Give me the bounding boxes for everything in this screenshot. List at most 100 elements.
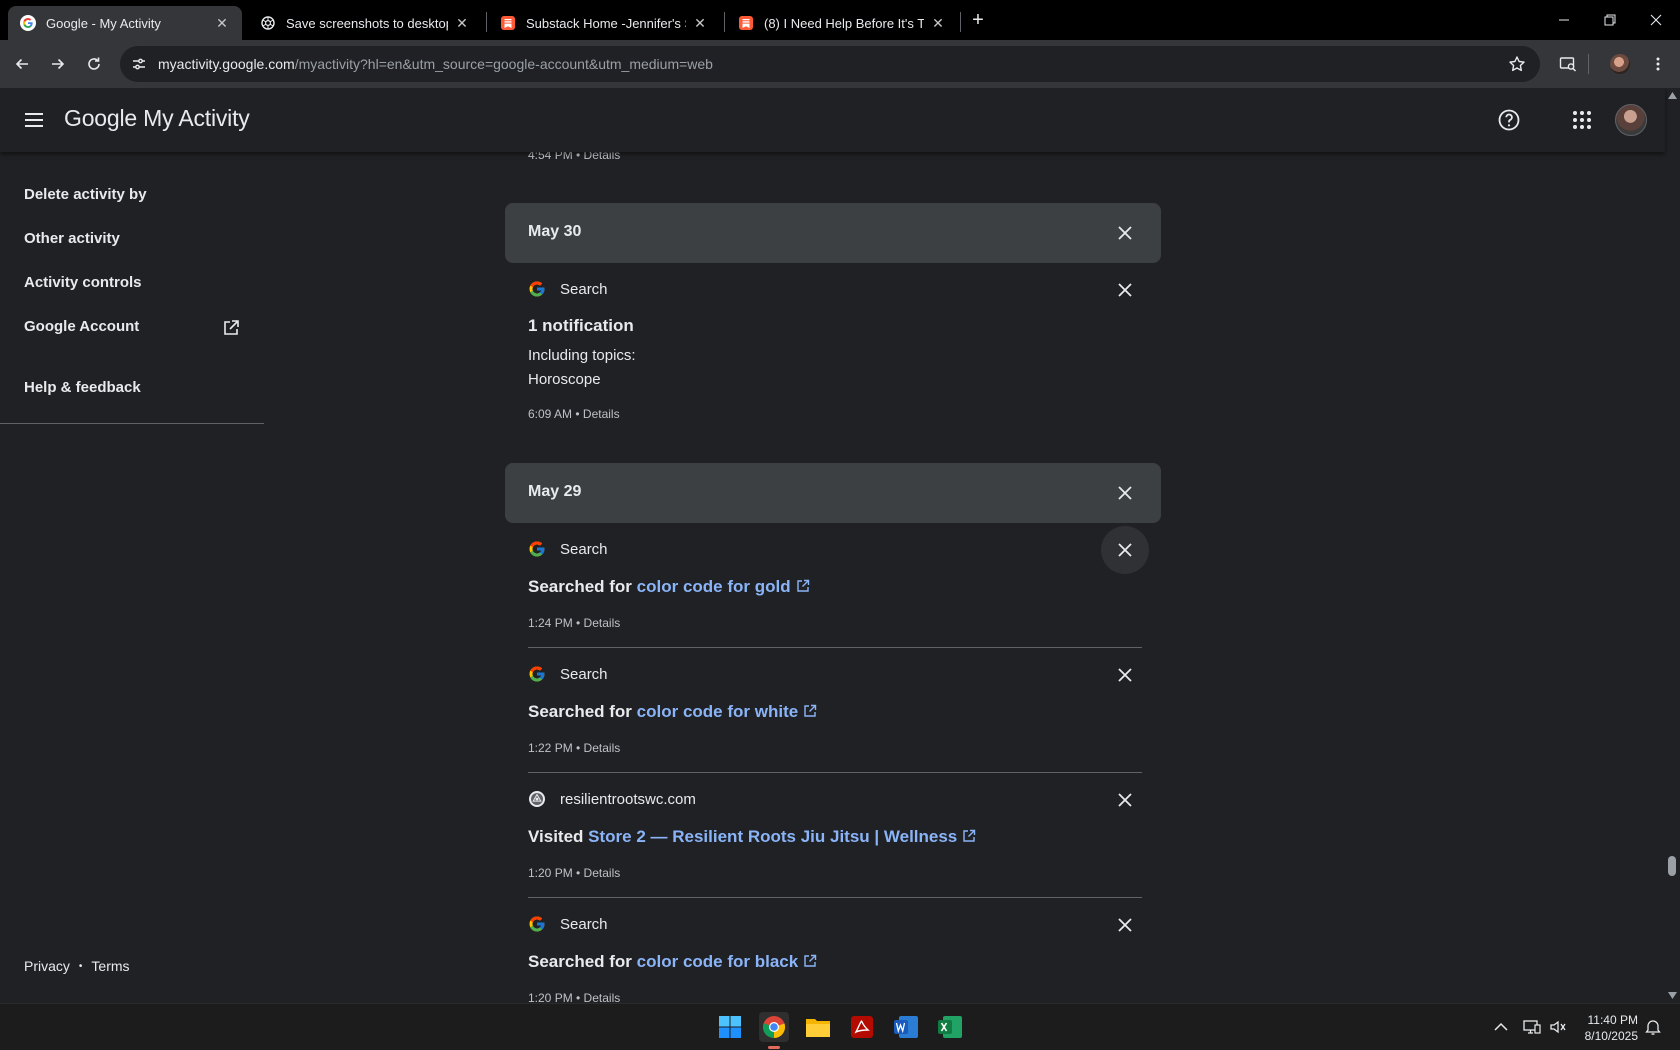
footer-separator: • [78, 960, 83, 972]
item-timestamp-details[interactable]: 6:09 AM • Details [528, 407, 620, 421]
tab-my-activity[interactable]: Google - My Activity ✕ [8, 6, 242, 40]
open-in-new-icon[interactable] [796, 579, 810, 593]
sidebar-item-other-activity[interactable]: Other activity [24, 230, 120, 247]
activity-verb: Visited [528, 827, 584, 846]
delete-item-close-icon[interactable] [1101, 901, 1149, 949]
cast-search-icon[interactable] [1556, 52, 1580, 76]
chevron-up-icon[interactable] [1492, 1018, 1510, 1036]
restore-icon[interactable] [1587, 0, 1633, 40]
sidebar-item-activity-controls[interactable]: Activity controls [24, 274, 142, 291]
topics-label: Including topics: [528, 347, 636, 364]
scrollbar-thumb[interactable] [1668, 856, 1676, 876]
activity-headline: Searched for color code for white [528, 702, 817, 722]
open-in-new-icon[interactable] [222, 319, 240, 337]
item-timestamp-details[interactable]: 1:20 PM • Details [528, 991, 620, 1003]
delete-item-close-icon[interactable] [1101, 526, 1149, 574]
word-icon[interactable] [891, 1012, 921, 1042]
account-avatar[interactable] [1615, 104, 1647, 136]
tab-need-help[interactable]: (8) I Need Help Before It's Too L ✕ [726, 6, 958, 40]
privacy-link[interactable]: Privacy [24, 958, 70, 974]
app-title[interactable]: Google My Activity [64, 105, 250, 132]
url-text: myactivity.google.com/myactivity?hl=en&u… [158, 56, 713, 72]
acrobat-icon[interactable] [847, 1012, 877, 1042]
site-info-tune-icon[interactable] [130, 55, 148, 73]
activity-headline: 1 notification [528, 316, 634, 335]
activity-link[interactable]: color code for gold [637, 577, 791, 596]
more-menu-icon[interactable] [1646, 52, 1670, 76]
sidebar-item-help-feedback[interactable]: Help & feedback [24, 379, 141, 396]
notification-bell-icon[interactable] [1644, 1018, 1662, 1036]
open-in-new-icon[interactable] [962, 829, 976, 843]
item-timestamp-details[interactable]: 1:24 PM • Details [528, 616, 620, 630]
tab-close-icon[interactable]: ✕ [692, 15, 708, 31]
tab-close-icon[interactable]: ✕ [454, 15, 470, 31]
excel-icon[interactable] [935, 1012, 965, 1042]
reload-icon[interactable] [82, 52, 106, 76]
hamburger-menu-icon[interactable] [22, 108, 46, 132]
delete-item-close-icon[interactable] [1101, 266, 1149, 314]
item-divider [528, 897, 1142, 898]
footer-links: Privacy • Terms [24, 958, 130, 974]
google-g-icon [528, 280, 546, 298]
activity-verb: Searched for [528, 702, 632, 721]
tab-close-icon[interactable]: ✕ [214, 15, 230, 31]
source-label: resilientrootswc.com [560, 790, 696, 808]
file-explorer-icon[interactable] [803, 1012, 833, 1042]
apps-grid-icon[interactable] [1570, 108, 1594, 132]
source-label: Search [560, 915, 608, 933]
bookmark-star-icon[interactable] [1508, 55, 1526, 73]
delete-day-close-icon[interactable] [1101, 209, 1149, 257]
profile-avatar[interactable] [1610, 54, 1630, 74]
windows-taskbar: 11:40 PM 8/10/2025 [0, 1003, 1680, 1050]
windows-start-icon[interactable] [715, 1012, 745, 1042]
page-scrollbar[interactable] [1665, 88, 1680, 1003]
url-path: /myactivity?hl=en&utm_source=google-acco… [294, 56, 713, 72]
item-timestamp-details[interactable]: 1:20 PM • Details [528, 866, 620, 880]
activity-link[interactable]: color code for white [637, 702, 799, 721]
activity-source: resilientrootswc.com [528, 790, 696, 808]
minimize-icon[interactable] [1541, 0, 1587, 40]
google-g-icon [20, 15, 36, 31]
activity-headline: Searched for color code for gold [528, 577, 810, 597]
clock-time: 11:40 PM [1587, 1013, 1638, 1027]
new-tab-plus-icon[interactable]: + [966, 8, 990, 32]
scroll-up-arrow-icon[interactable] [1668, 92, 1677, 99]
day-title: May 29 [528, 483, 582, 500]
item-divider [528, 772, 1142, 773]
active-app-indicator [768, 1046, 780, 1049]
tab-strip: Google - My Activity ✕ Save screenshots … [0, 0, 1680, 40]
google-g-icon [528, 915, 546, 933]
browser-toolbar: myactivity.google.com/myactivity?hl=en&u… [0, 40, 1680, 88]
forward-arrow-icon[interactable] [46, 52, 70, 76]
delete-item-close-icon[interactable] [1101, 776, 1149, 824]
chrome-taskbar-icon[interactable] [759, 1012, 789, 1042]
open-in-new-icon[interactable] [803, 704, 817, 718]
tab-close-icon[interactable]: ✕ [930, 15, 946, 31]
item-timestamp-details[interactable]: 1:22 PM • Details [528, 741, 620, 755]
network-display-icon[interactable] [1523, 1018, 1541, 1036]
scroll-down-arrow-icon[interactable] [1668, 992, 1677, 999]
delete-day-close-icon[interactable] [1101, 469, 1149, 517]
tab-chatgpt[interactable]: Save screenshots to desktop ✕ [248, 6, 482, 40]
tab-substack-home[interactable]: Substack Home -Jennifer's Subs ✕ [488, 6, 720, 40]
activity-source: Search [528, 280, 608, 298]
substack-icon [500, 15, 516, 31]
tab-title: (8) I Need Help Before It's Too L [764, 15, 924, 31]
source-label: Search [560, 665, 608, 683]
terms-link[interactable]: Terms [91, 958, 129, 974]
activity-verb: Searched for [528, 577, 632, 596]
sidebar-item-google-account[interactable]: Google Account [24, 318, 139, 335]
help-circle-icon[interactable] [1497, 108, 1521, 132]
activity-link[interactable]: color code for black [637, 952, 799, 971]
close-window-icon[interactable] [1633, 0, 1679, 40]
address-bar[interactable]: myactivity.google.com/myactivity?hl=en&u… [120, 46, 1540, 82]
sidebar-item-delete-activity[interactable]: Delete activity by [24, 186, 147, 203]
activity-source: Search [528, 540, 608, 558]
activity-link[interactable]: Store 2 — Resilient Roots Jiu Jitsu | We… [588, 827, 957, 846]
open-in-new-icon[interactable] [803, 954, 817, 968]
delete-item-close-icon[interactable] [1101, 651, 1149, 699]
back-arrow-icon[interactable] [10, 52, 34, 76]
tab-separator [960, 12, 961, 32]
volume-muted-icon[interactable] [1549, 1018, 1567, 1036]
taskbar-clock[interactable]: 11:40 PM 8/10/2025 [1574, 1012, 1638, 1044]
